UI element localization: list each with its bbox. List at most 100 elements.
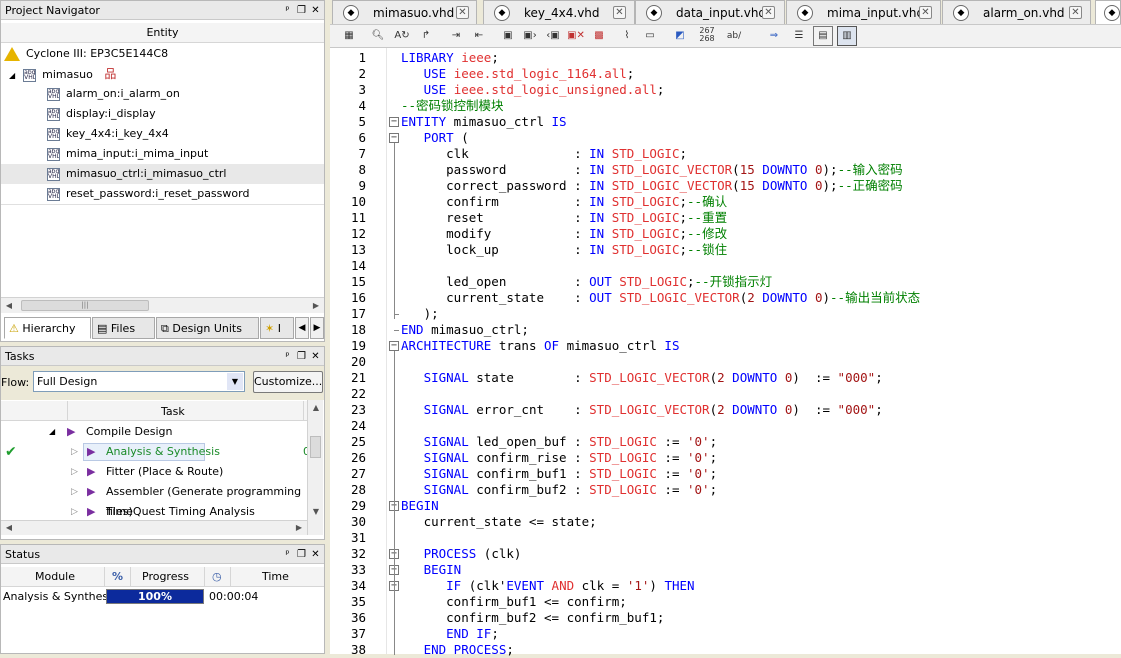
code-line[interactable]: END mimasuo_ctrl;: [401, 322, 529, 338]
code-line[interactable]: password : IN STD_LOGIC_VECTOR(15 DOWNTO…: [401, 162, 903, 178]
editor-tab[interactable]: ◆ data_input.vhd ✕: [635, 0, 785, 24]
close-icon[interactable]: ✕: [310, 549, 321, 560]
code-line[interactable]: USE ieee.std_logic_1164.all;: [401, 66, 635, 82]
scroll-thumb[interactable]: |||: [21, 300, 149, 311]
percent-column-label[interactable]: %: [112, 567, 123, 587]
float-icon[interactable]: ❐: [296, 5, 307, 16]
close-icon[interactable]: ✕: [310, 351, 321, 362]
code-editor[interactable]: 1 LIBRARY ieee; 2 USE ieee.std_logic_1164.…: [330, 48, 1121, 657]
run-icon[interactable]: ▶: [67, 422, 75, 442]
customize-button[interactable]: Customize...: [253, 371, 323, 393]
task-row[interactable]: ▷ ▶ Fitter (Place & Route): [1, 462, 307, 482]
tab-hierarchy[interactable]: ⚠ Hierarchy: [4, 317, 91, 339]
code-line[interactable]: confirm_buf1 <= confirm;: [401, 594, 627, 610]
task-row[interactable]: ✔ ▷ ▶ Analysis & Synthesis 0: [1, 442, 310, 462]
code-line[interactable]: lock_up : IN STD_LOGIC;--锁住: [401, 242, 727, 258]
float-icon[interactable]: ❐: [296, 351, 307, 362]
code-line[interactable]: SIGNAL confirm_buf1 : STD_LOGIC := '0';: [401, 466, 718, 482]
indent-icon[interactable]: ⇥: [446, 26, 466, 46]
close-icon[interactable]: ✕: [762, 6, 775, 19]
tabs-left-icon[interactable]: ◀: [295, 317, 309, 339]
code-line[interactable]: PROCESS (clk): [401, 546, 522, 562]
code-line[interactable]: current_state <= state;: [401, 514, 597, 530]
code-line[interactable]: IF (clk'EVENT AND clk = '1') THEN: [401, 578, 694, 594]
code-line[interactable]: modify : IN STD_LOGIC;--修改: [401, 226, 727, 242]
expand-icon[interactable]: ▷: [71, 502, 78, 520]
run-icon[interactable]: ▶: [87, 502, 95, 520]
find-icon[interactable]: 🔍︎: [368, 26, 388, 46]
code-line[interactable]: LIBRARY ieee;: [401, 50, 499, 66]
view-list-icon[interactable]: ☰: [789, 26, 809, 46]
view-active-icon[interactable]: ▥: [837, 26, 857, 46]
task-row[interactable]: ▷ ▶ TimeQuest Timing Analysis: [1, 502, 307, 520]
entity-column-header[interactable]: Entity: [1, 23, 324, 43]
run-icon[interactable]: ▶: [87, 442, 95, 462]
tabs-right-icon[interactable]: ▶: [310, 317, 324, 339]
status-row[interactable]: Analysis & Synthesis 100% 00:00:04: [1, 588, 324, 606]
collapse-icon[interactable]: ◢: [49, 422, 55, 442]
code-line[interactable]: confirm : IN STD_LOGIC;--确认: [401, 194, 727, 210]
close-icon[interactable]: ✕: [613, 6, 626, 19]
code-line[interactable]: led_open : OUT STD_LOGIC;--开锁指示灯: [401, 274, 772, 290]
pin-icon[interactable]: ᵖ: [282, 549, 293, 560]
instance-row[interactable]: abd VHD mima_input:i_mima_input: [47, 144, 208, 164]
task-row[interactable]: ▷ ▶ Assembler (Generate programming file…: [1, 482, 307, 518]
code-line[interactable]: SIGNAL state : STD_LOGIC_VECTOR(2 DOWNTO…: [401, 370, 883, 386]
editor-tab[interactable]: ◆ mimasuo.vhd ✕: [332, 0, 477, 24]
code-line[interactable]: correct_password : IN STD_LOGIC_VECTOR(1…: [401, 178, 903, 194]
device-row[interactable]: Cyclone III: EP3C5E144C8: [4, 44, 168, 64]
tab-design-units[interactable]: ⧉ Design Units: [156, 317, 259, 339]
code-line[interactable]: END IF;: [401, 626, 499, 642]
code-line[interactable]: SIGNAL confirm_rise : STD_LOGIC := '0';: [401, 450, 718, 466]
navigator-horizontal-scrollbar[interactable]: ◀ ||| ▶: [1, 297, 324, 313]
bookmark-clear-all-icon[interactable]: ▩: [589, 26, 609, 46]
bookmark-next-icon[interactable]: ▣›: [520, 26, 540, 46]
top-entity-row[interactable]: ◢ abd VHD mimasuo 品: [9, 64, 116, 84]
close-icon[interactable]: ✕: [919, 6, 932, 19]
editor-tab-active[interactable]: ◆: [1095, 0, 1121, 24]
outdent-icon[interactable]: ⇤: [469, 26, 489, 46]
editor-tab[interactable]: ◆ alarm_on.vhd ✕: [942, 0, 1091, 24]
code-line[interactable]: SIGNAL confirm_buf2 : STD_LOGIC := '0';: [401, 482, 718, 498]
code-line[interactable]: END PROCESS;: [401, 642, 514, 658]
replace-icon[interactable]: A↻: [392, 26, 412, 46]
pin-icon[interactable]: ᵖ: [282, 5, 293, 16]
fold-toggle[interactable]: −: [389, 341, 399, 351]
instance-row[interactable]: abd VHD key_4x4:i_key_4x4: [47, 124, 169, 144]
expand-icon[interactable]: ▷: [71, 442, 78, 462]
close-icon[interactable]: ✕: [1069, 6, 1082, 19]
spell-toggle[interactable]: ab/: [722, 26, 746, 46]
expand-icon[interactable]: ▷: [71, 482, 78, 502]
module-column-label[interactable]: Module: [35, 567, 75, 587]
code-line[interactable]: confirm_buf2 <= confirm_buf1;: [401, 610, 664, 626]
fold-toggle[interactable]: −: [389, 117, 399, 127]
code-line[interactable]: PORT (: [401, 130, 469, 146]
bookmark-clear-icon[interactable]: ▣✕: [566, 26, 586, 46]
task-horizontal-scrollbar[interactable]: ◀ ▶: [1, 520, 307, 535]
code-line[interactable]: USE ieee.std_logic_unsigned.all;: [401, 82, 665, 98]
instance-row[interactable]: abd VHD alarm_on:i_alarm_on: [47, 84, 180, 104]
goto-icon[interactable]: ↱: [416, 26, 436, 46]
code-line[interactable]: current_state : OUT STD_LOGIC_VECTOR(2 D…: [401, 290, 920, 306]
fold-toggle[interactable]: −: [389, 133, 399, 143]
expand-icon[interactable]: ▷: [71, 462, 78, 482]
code-line[interactable]: BEGIN: [401, 562, 462, 578]
line-number-toggle[interactable]: 267 268: [695, 26, 719, 46]
scroll-right-icon[interactable]: ▶: [291, 520, 307, 536]
chevron-down-icon[interactable]: ▼: [227, 373, 243, 390]
code-line[interactable]: --密码锁控制模块: [401, 98, 504, 114]
scroll-right-icon[interactable]: ▶: [308, 298, 324, 314]
apply-icon[interactable]: ◩: [670, 26, 690, 46]
scroll-down-icon[interactable]: ▼: [308, 504, 324, 520]
time-column-label[interactable]: Time: [262, 567, 289, 587]
code-line[interactable]: ARCHITECTURE trans OF mimasuo_ctrl IS: [401, 338, 679, 354]
pin-icon[interactable]: ᵖ: [282, 351, 293, 362]
instance-row[interactable]: abd VHD reset_password:i_reset_password: [47, 184, 249, 204]
tab-files[interactable]: ▤ Files: [92, 317, 155, 339]
run-icon[interactable]: ▶: [87, 482, 95, 502]
scroll-left-icon[interactable]: ◀: [1, 520, 17, 536]
task-column-header[interactable]: Task: [1, 401, 307, 421]
scroll-thumb[interactable]: [310, 436, 321, 458]
code-line[interactable]: SIGNAL led_open_buf : STD_LOGIC := '0';: [401, 434, 718, 450]
scroll-up-icon[interactable]: ▲: [308, 400, 324, 416]
